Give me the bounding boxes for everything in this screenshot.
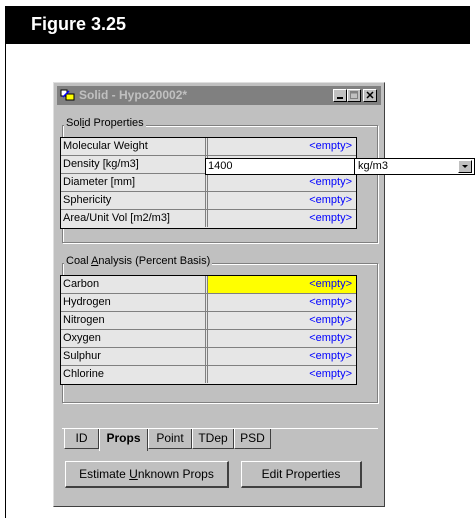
close-button[interactable] xyxy=(363,89,377,102)
tab-props[interactable]: Props xyxy=(99,429,148,451)
table-row[interactable]: Carbon <empty> xyxy=(61,276,356,294)
table-row[interactable]: Area/Unit Vol [m2/m3] <empty> xyxy=(61,210,356,228)
tab-id[interactable]: ID xyxy=(64,429,99,449)
row-value[interactable]: <empty> xyxy=(208,312,356,329)
row-label: Molecular Weight xyxy=(61,138,208,155)
row-value[interactable]: <empty> xyxy=(208,276,356,293)
table-row[interactable]: Oxygen <empty> xyxy=(61,330,356,348)
row-value[interactable]: <empty> xyxy=(208,210,356,227)
density-unit-select[interactable]: kg/m3 xyxy=(354,158,475,175)
minimize-button[interactable] xyxy=(333,89,347,102)
minimize-icon xyxy=(337,97,343,99)
unit-value: kg/m3 xyxy=(358,160,388,172)
maximize-button[interactable] xyxy=(347,89,361,102)
close-icon xyxy=(366,91,374,99)
row-value[interactable]: <empty> xyxy=(208,174,356,191)
tab-psd[interactable]: PSD xyxy=(234,429,271,449)
table-row[interactable]: Sulphur <empty> xyxy=(61,348,356,366)
row-label: Oxygen xyxy=(61,330,208,347)
window-title: Solid - Hypo20002* xyxy=(79,88,188,102)
row-value[interactable]: <empty> xyxy=(208,330,356,347)
solid-window: Solid - Hypo20002* Solid Properties Mole… xyxy=(53,82,385,507)
row-label: Area/Unit Vol [m2/m3] xyxy=(61,210,208,227)
tab-point[interactable]: Point xyxy=(148,429,192,449)
coal-analysis-label: Coal Analysis (Percent Basis) xyxy=(64,255,213,267)
row-label: Sulphur xyxy=(61,348,208,365)
table-row[interactable]: Molecular Weight <empty> xyxy=(61,138,356,156)
tab-tdep[interactable]: TDep xyxy=(192,429,234,449)
row-value[interactable]: <empty> xyxy=(208,294,356,311)
table-row[interactable]: Chlorine <empty> xyxy=(61,366,356,384)
row-value[interactable]: <empty> xyxy=(208,192,356,209)
row-label: Nitrogen xyxy=(61,312,208,329)
row-value[interactable]: <empty> xyxy=(208,366,356,383)
table-row[interactable]: Nitrogen <empty> xyxy=(61,312,356,330)
row-label: Chlorine xyxy=(61,366,208,383)
table-row[interactable]: Hydrogen <empty> xyxy=(61,294,356,312)
table-row[interactable]: Sphericity <empty> xyxy=(61,192,356,210)
coal-analysis-grid: Carbon <empty> Hydrogen <empty> Nitrogen… xyxy=(60,275,357,385)
row-value[interactable]: <empty> xyxy=(208,138,356,155)
solid-properties-label: Solid Properties xyxy=(64,117,146,129)
row-label: Diameter [mm] xyxy=(61,174,208,191)
maximize-icon xyxy=(350,91,358,99)
dropdown-button[interactable] xyxy=(458,160,472,173)
chevron-down-icon xyxy=(462,165,468,168)
figure-label: Figure 3.25 xyxy=(31,14,127,34)
edit-properties-button[interactable]: Edit Properties xyxy=(241,461,362,488)
row-label: Carbon xyxy=(61,276,208,293)
density-value-input[interactable]: 1400 xyxy=(205,158,355,175)
row-label: Hydrogen xyxy=(61,294,208,311)
title-bar[interactable]: Solid - Hypo20002* xyxy=(57,86,381,105)
estimate-unknown-props-button[interactable]: Estimate Unknown Props xyxy=(65,461,229,488)
row-label: Density [kg/m3] xyxy=(61,156,208,173)
row-value[interactable]: <empty> xyxy=(208,348,356,365)
app-icon xyxy=(60,89,75,101)
figure-left-rule xyxy=(5,44,6,518)
table-row[interactable]: Diameter [mm] <empty> xyxy=(61,174,356,192)
solid-properties-grid: Molecular Weight <empty> Density [kg/m3]… xyxy=(60,137,357,229)
row-label: Sphericity xyxy=(61,192,208,209)
figure-header: Figure 3.25 xyxy=(5,6,470,44)
